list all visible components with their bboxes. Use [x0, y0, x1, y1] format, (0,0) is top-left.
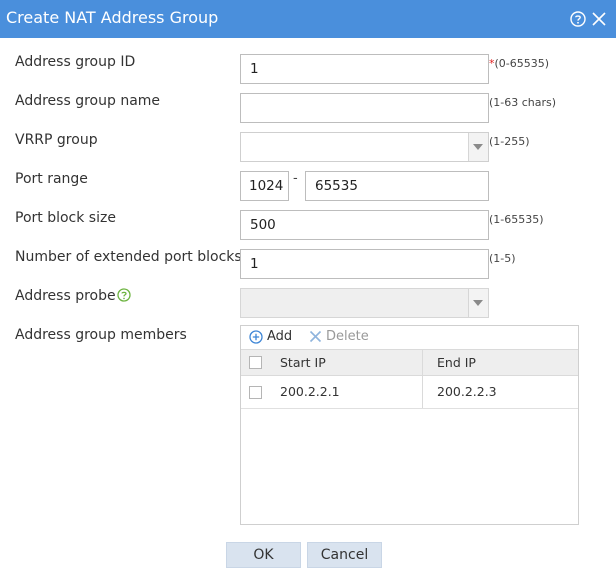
address-group-name-input[interactable]	[240, 93, 489, 123]
address-group-name-hint: (1-63 chars)	[489, 96, 557, 109]
ok-button[interactable]: OK	[226, 542, 301, 568]
address-group-members-label: Address group members	[15, 327, 187, 343]
column-divider	[422, 376, 423, 408]
vrrp-group-select[interactable]	[240, 132, 489, 162]
column-divider	[422, 350, 423, 375]
port-block-size-input[interactable]: 500	[240, 210, 489, 240]
vrrp-group-label: VRRP group	[15, 132, 98, 148]
port-block-size-hint: (1-65535)	[489, 213, 544, 226]
close-icon[interactable]	[591, 11, 607, 27]
table-row[interactable]: 200.2.2.1 200.2.2.3	[241, 376, 578, 409]
vrrp-group-hint: (1-255)	[489, 135, 530, 148]
port-range-end-input[interactable]: 65535	[305, 171, 489, 201]
address-group-name-label: Address group name	[15, 93, 161, 109]
address-probe-label: Address probe	[15, 288, 131, 306]
members-table-header: Start IP End IP	[241, 349, 578, 376]
address-probe-select[interactable]	[240, 288, 489, 318]
add-member-button[interactable]: Add	[249, 329, 292, 344]
delete-member-label: Delete	[326, 329, 369, 344]
delete-member-button[interactable]: Delete	[309, 329, 369, 344]
members-toolbar: Add Delete	[241, 326, 578, 349]
row-checkbox[interactable]	[249, 386, 262, 399]
extended-port-blocks-label: Number of extended port blocks	[15, 249, 242, 265]
cancel-button[interactable]: Cancel	[307, 542, 382, 568]
address-group-id-input[interactable]: 1	[240, 54, 489, 84]
question-help-icon[interactable]	[116, 288, 131, 306]
select-all-checkbox[interactable]	[249, 356, 262, 369]
extended-port-blocks-hint: (1-5)	[489, 252, 516, 265]
chevron-down-icon	[473, 300, 483, 306]
address-group-id-label: Address group ID	[15, 54, 136, 70]
start-ip-column-header[interactable]: Start IP	[280, 355, 326, 370]
dialog-titlebar: Create NAT Address Group	[0, 0, 616, 38]
port-range-separator: -	[293, 171, 298, 186]
delete-x-icon	[309, 330, 322, 343]
address-probe-label-text: Address probe	[15, 288, 116, 304]
chevron-down-icon	[473, 144, 483, 150]
plus-circle-icon	[249, 329, 263, 344]
add-member-label: Add	[267, 329, 293, 344]
address-group-id-range: (0-65535)	[494, 57, 550, 70]
vrrp-dropdown-arrow[interactable]	[468, 133, 488, 161]
dialog-title: Create NAT Address Group	[6, 8, 219, 27]
port-range-start-input[interactable]: 1024	[240, 171, 289, 201]
start-ip-cell: 200.2.2.1	[280, 384, 340, 399]
members-table: Add Delete Start IP End IP 200.2.2.1 200…	[240, 325, 579, 525]
extended-port-blocks-input[interactable]: 1	[240, 249, 489, 279]
end-ip-column-header[interactable]: End IP	[437, 355, 476, 370]
end-ip-cell: 200.2.2.3	[437, 384, 497, 399]
port-block-size-label: Port block size	[15, 210, 116, 226]
help-icon[interactable]	[570, 11, 586, 27]
port-range-label: Port range	[15, 171, 88, 187]
address-group-id-hint: *(0-65535)	[489, 57, 549, 70]
address-probe-dropdown-arrow[interactable]	[468, 289, 488, 317]
